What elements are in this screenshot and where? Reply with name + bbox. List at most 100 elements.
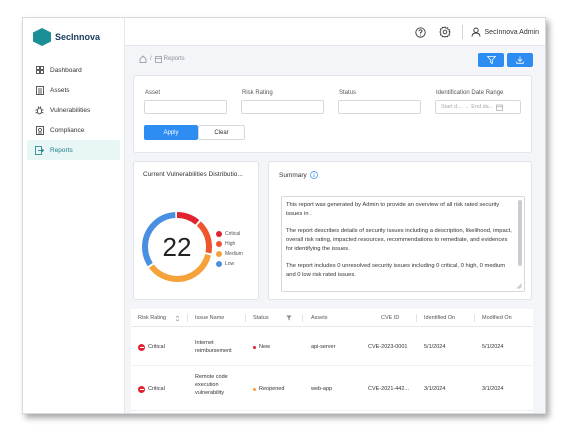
filter-button[interactable]: [478, 53, 504, 67]
home-icon[interactable]: [139, 55, 147, 63]
assets-cell: web-app: [311, 386, 333, 392]
risk-rating-label: Risk Rating: [242, 90, 273, 96]
status-dot: [253, 345, 256, 349]
cve-cell: CVE-2023-0001: [368, 344, 408, 350]
table-header: Risk Rating Issue Name Status Assets CVE…: [131, 309, 533, 327]
legend-item-critical[interactable]: Critical: [216, 229, 243, 239]
user-menu[interactable]: SecInnova Admin: [471, 27, 539, 37]
summary-content: This report was generated by Admin to pr…: [286, 201, 514, 288]
reports-icon: [35, 145, 44, 155]
modified-cell: 5/1/2024: [482, 344, 504, 350]
settings-gear-icon[interactable]: [438, 25, 452, 39]
total-count: 22: [162, 231, 192, 262]
status-cell: Reopened: [253, 385, 284, 393]
resize-handle-icon[interactable]: [516, 283, 522, 289]
summary-title: Summary: [279, 171, 307, 179]
header-risk-rating[interactable]: Risk Rating: [138, 309, 180, 327]
header-modified-on[interactable]: Modified On: [482, 309, 512, 327]
summary-scrollbar[interactable]: [518, 200, 522, 266]
column-divider: [187, 314, 188, 322]
sidebar-item-label: Reports: [50, 146, 73, 154]
app-window: SecInnova Dashboard Assets Vulnerabiliti…: [22, 17, 546, 414]
date-range-input[interactable]: Start d... → End da...: [435, 100, 521, 114]
sidebar-item-vulnerabilities[interactable]: Vulnerabilities: [27, 100, 120, 120]
summary-paragraph: The report includes 0 unresolved securit…: [286, 263, 506, 278]
legend-item-low[interactable]: Low: [216, 259, 243, 269]
risk-cell: Critical: [138, 385, 165, 393]
summary-header: Summary: [279, 171, 318, 179]
distribution-title: Current Vulnerabilities Distributio...: [143, 171, 243, 178]
dashboard-icon: [35, 66, 44, 75]
sidebar-item-reports[interactable]: Reports: [27, 140, 120, 160]
filter-icon: [486, 56, 496, 64]
critical-icon: [138, 385, 145, 393]
sidebar-item-assets[interactable]: Assets: [27, 80, 120, 100]
asset-input[interactable]: [144, 100, 227, 114]
header-assets[interactable]: Assets: [311, 309, 328, 327]
summary-paragraph: The report describes details of security…: [286, 228, 512, 252]
assets-icon: [35, 85, 44, 95]
sidebar-item-compliance[interactable]: Compliance: [27, 120, 120, 140]
sort-icon[interactable]: [175, 315, 180, 322]
asset-label: Asset: [145, 90, 161, 96]
help-icon[interactable]: [414, 25, 428, 39]
status-cell: New: [253, 343, 270, 351]
issue-cell[interactable]: Internet reimbursement: [195, 339, 245, 355]
header-status[interactable]: Status: [253, 309, 292, 327]
sidebar-item-label: Vulnerabilities: [50, 106, 91, 114]
critical-icon: [138, 343, 145, 351]
legend-dot: [216, 251, 222, 257]
legend-label: Critical: [225, 231, 241, 237]
breadcrumb-current: Reports: [163, 56, 185, 62]
reports-breadcrumb-icon: [154, 55, 162, 63]
status-input[interactable]: [338, 100, 421, 114]
date-end-field[interactable]: End da...: [471, 104, 493, 110]
issues-table: Risk Rating Issue Name Status Assets CVE…: [131, 309, 533, 413]
risk-rating-input[interactable]: [241, 100, 324, 114]
date-start-field[interactable]: Start d...: [441, 104, 462, 110]
header-cve-id[interactable]: CVE ID: [381, 309, 399, 327]
user-name: SecInnova Admin: [484, 28, 539, 36]
column-divider: [416, 314, 417, 322]
column-divider: [474, 314, 475, 322]
sidebar-nav: Dashboard Assets Vulnerabilities Complia…: [23, 60, 124, 160]
column-divider: [302, 314, 303, 322]
breadcrumb: / Reports: [139, 55, 185, 63]
issue-cell[interactable]: Remote code execution vulnerability: [195, 373, 239, 397]
app-name: SecInnova: [55, 32, 101, 42]
legend-item-medium[interactable]: Medium: [216, 249, 243, 259]
legend-label: High: [225, 241, 236, 247]
logo[interactable]: SecInnova: [23, 18, 124, 56]
risk-cell: Critical: [138, 343, 165, 351]
legend-dot: [216, 241, 222, 247]
status-dot: [253, 387, 256, 391]
bug-icon: [35, 105, 44, 115]
sidebar-item-label: Dashboard: [50, 66, 82, 74]
sidebar-item-label: Compliance: [50, 126, 85, 134]
sidebar-item-dashboard[interactable]: Dashboard: [27, 60, 120, 80]
info-icon[interactable]: [309, 171, 318, 179]
legend-label: Low: [225, 261, 235, 267]
legend-dot: [216, 261, 222, 267]
compliance-icon: [35, 125, 44, 135]
filter-icon[interactable]: [285, 315, 292, 321]
cve-cell: CVE-2021-442...: [368, 386, 409, 392]
legend-dot: [216, 231, 222, 237]
identified-cell: 5/1/2024: [424, 344, 446, 350]
download-button[interactable]: [507, 53, 533, 67]
sidebar: SecInnova Dashboard Assets Vulnerabiliti…: [23, 18, 125, 413]
apply-button[interactable]: Apply: [144, 125, 198, 140]
calendar-icon[interactable]: [496, 104, 504, 111]
clear-button[interactable]: Clear: [198, 125, 245, 140]
header-identified-on[interactable]: Identified On: [424, 309, 455, 327]
table-row[interactable]: Critical Remote code execution vulnerabi…: [131, 367, 533, 411]
distribution-legend: Critical High Medium Low: [216, 229, 243, 269]
table-row[interactable]: Critical Internet reimbursement New api-…: [131, 328, 533, 366]
summary-textarea[interactable]: This report was generated by Admin to pr…: [281, 196, 525, 292]
legend-item-high[interactable]: High: [216, 239, 243, 249]
header-issue-name[interactable]: Issue Name: [195, 309, 224, 327]
modified-cell: 3/1/2024: [482, 386, 504, 392]
vulnerability-donut-chart: 22: [141, 211, 213, 283]
breadcrumb-separator: /: [150, 56, 152, 62]
status-label: Status: [339, 90, 357, 96]
